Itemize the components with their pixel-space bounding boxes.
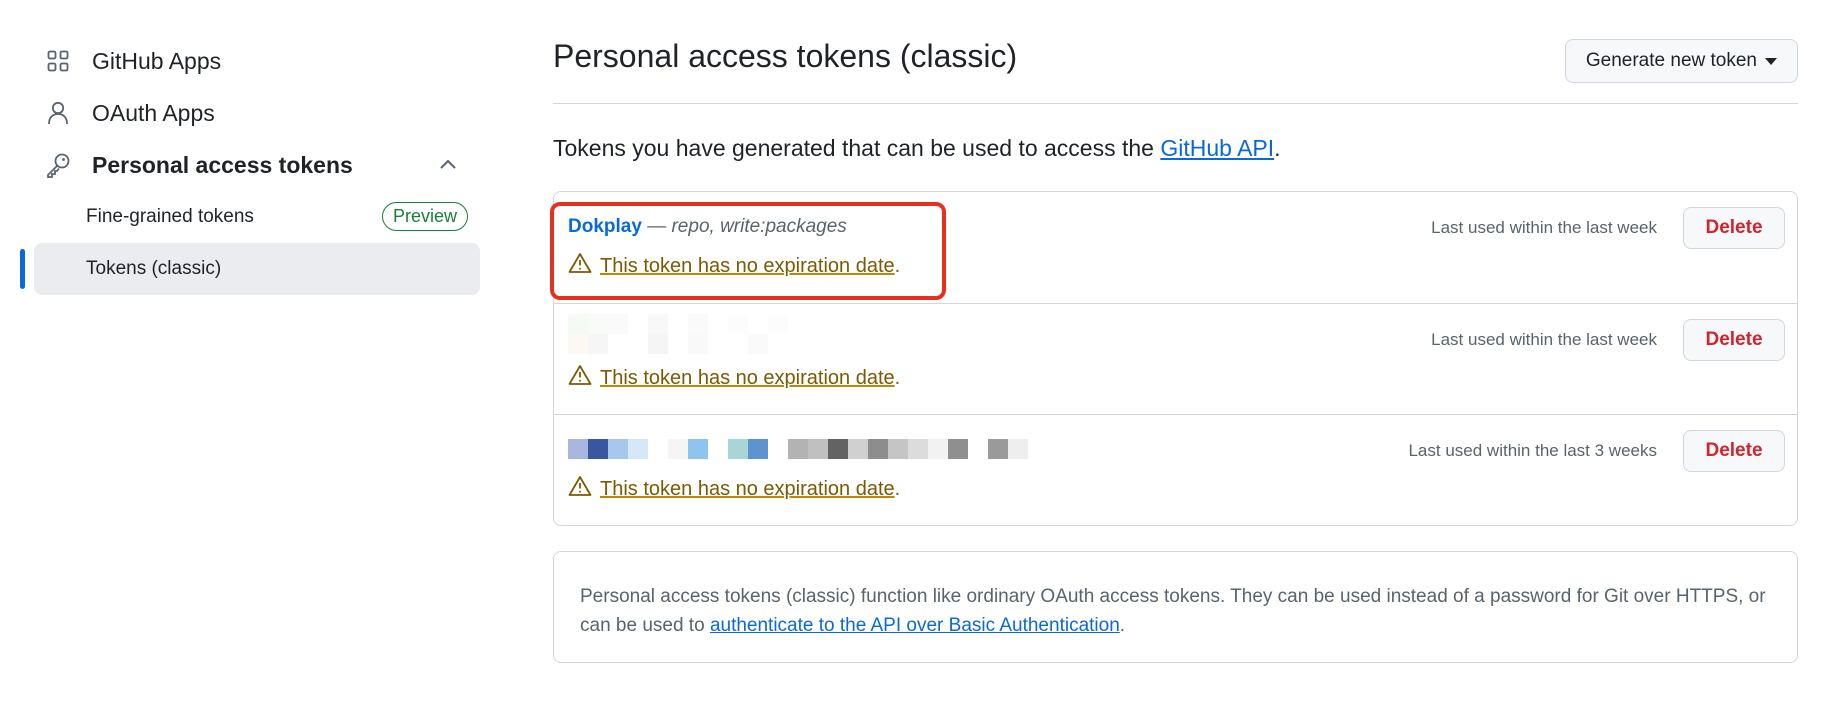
expiration-warning: This token has no expiration date. — [568, 475, 900, 503]
token-row: This token has no expiration date. Last … — [554, 303, 1797, 414]
expiration-warning: This token has no expiration date. — [568, 364, 900, 392]
intro-text-end: . — [1274, 135, 1281, 161]
intro-text-body: Tokens you have generated that can be us… — [553, 135, 1161, 161]
last-used-text: Last used within the last week — [1431, 218, 1657, 237]
sidebar-item-oauth-apps[interactable]: OAuth Apps — [20, 87, 480, 139]
sidebar-item-fine-grained-tokens[interactable]: Fine-grained tokens Preview — [20, 191, 480, 243]
sidebar-item-tokens-classic[interactable]: Tokens (classic) — [20, 243, 480, 295]
last-used-text: Last used within the last week — [1431, 330, 1657, 349]
sidebar-subitem-label: Fine-grained tokens — [86, 206, 254, 227]
warning-text[interactable]: This token has no expiration date — [600, 478, 895, 501]
redacted-token-name — [568, 314, 838, 354]
redacted-token-name — [568, 439, 1028, 461]
preview-badge: Preview — [381, 202, 468, 231]
token-list: Dokplay — repo, write:packages This toke… — [550, 191, 1798, 526]
info-box: Personal access tokens (classic) functio… — [553, 551, 1798, 663]
github-api-link[interactable]: GitHub API — [1160, 135, 1274, 161]
sidebar-item-github-apps[interactable]: GitHub Apps — [20, 35, 480, 87]
last-used-text: Last used within the last 3 weeks — [1408, 441, 1657, 460]
sidebar-item-label: OAuth Apps — [92, 99, 215, 126]
chevron-up-icon[interactable] — [436, 153, 460, 177]
apps-grid-icon — [44, 47, 72, 75]
sidebar-item-label: GitHub Apps — [92, 47, 222, 74]
warning-text[interactable]: This token has no expiration date — [600, 367, 895, 390]
person-icon — [44, 99, 72, 127]
delete-token-button[interactable]: Delete — [1683, 430, 1785, 472]
token-row: This token has no expiration date. Last … — [554, 414, 1797, 525]
delete-token-button[interactable]: Delete — [1683, 319, 1785, 361]
page-title: Personal access tokens (classic) — [553, 38, 1018, 74]
generate-new-token-label: Generate new token — [1585, 50, 1757, 71]
basic-auth-link[interactable]: authenticate to the API over Basic Authe… — [710, 615, 1120, 636]
sidebar-subitem-label: Tokens (classic) — [86, 258, 222, 279]
info-text: Personal access tokens (classic) functio… — [580, 582, 1771, 640]
highlight-box — [550, 202, 946, 300]
key-icon — [44, 151, 72, 179]
delete-token-button[interactable]: Delete — [1683, 207, 1785, 249]
generate-new-token-button[interactable]: Generate new token — [1564, 39, 1798, 83]
token-row: Dokplay — repo, write:packages This toke… — [550, 192, 1797, 302]
intro-text: Tokens you have generated that can be us… — [553, 135, 1281, 162]
alert-icon — [568, 364, 592, 392]
info-text-end: . — [1119, 615, 1126, 636]
sidebar-item-label: Personal access tokens — [92, 151, 353, 178]
caret-down-icon — [1765, 57, 1777, 65]
settings-sidebar: GitHub Apps OAuth Apps Personal access t… — [20, 35, 480, 295]
divider — [553, 103, 1798, 104]
alert-icon — [568, 475, 592, 503]
sidebar-item-personal-access-tokens[interactable]: Personal access tokens — [20, 139, 480, 191]
active-indicator — [20, 249, 25, 289]
